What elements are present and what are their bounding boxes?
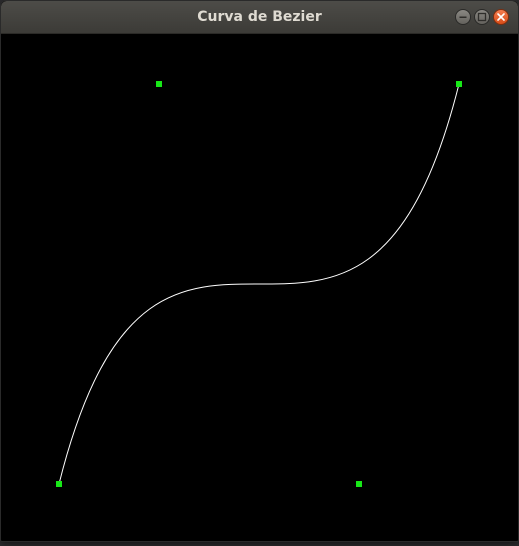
drawing-canvas[interactable] (9, 34, 509, 532)
control-point-0[interactable] (56, 481, 62, 487)
window-controls (455, 9, 509, 25)
maximize-icon (477, 12, 487, 22)
desktop: Curva de Bezier (0, 0, 519, 546)
bezier-curve (58, 83, 460, 485)
window-titlebar[interactable]: Curva de Bezier (1, 1, 518, 34)
minimize-icon (459, 16, 467, 18)
app-window: Curva de Bezier (0, 0, 519, 542)
control-point-1[interactable] (156, 81, 162, 87)
control-point-3[interactable] (456, 81, 462, 87)
maximize-button[interactable] (474, 9, 490, 25)
close-button[interactable] (493, 9, 509, 25)
window-title: Curva de Bezier (197, 9, 322, 25)
control-point-2[interactable] (356, 481, 362, 487)
close-icon (497, 13, 505, 21)
bezier-drawing (56, 81, 462, 487)
minimize-button[interactable] (455, 9, 471, 25)
